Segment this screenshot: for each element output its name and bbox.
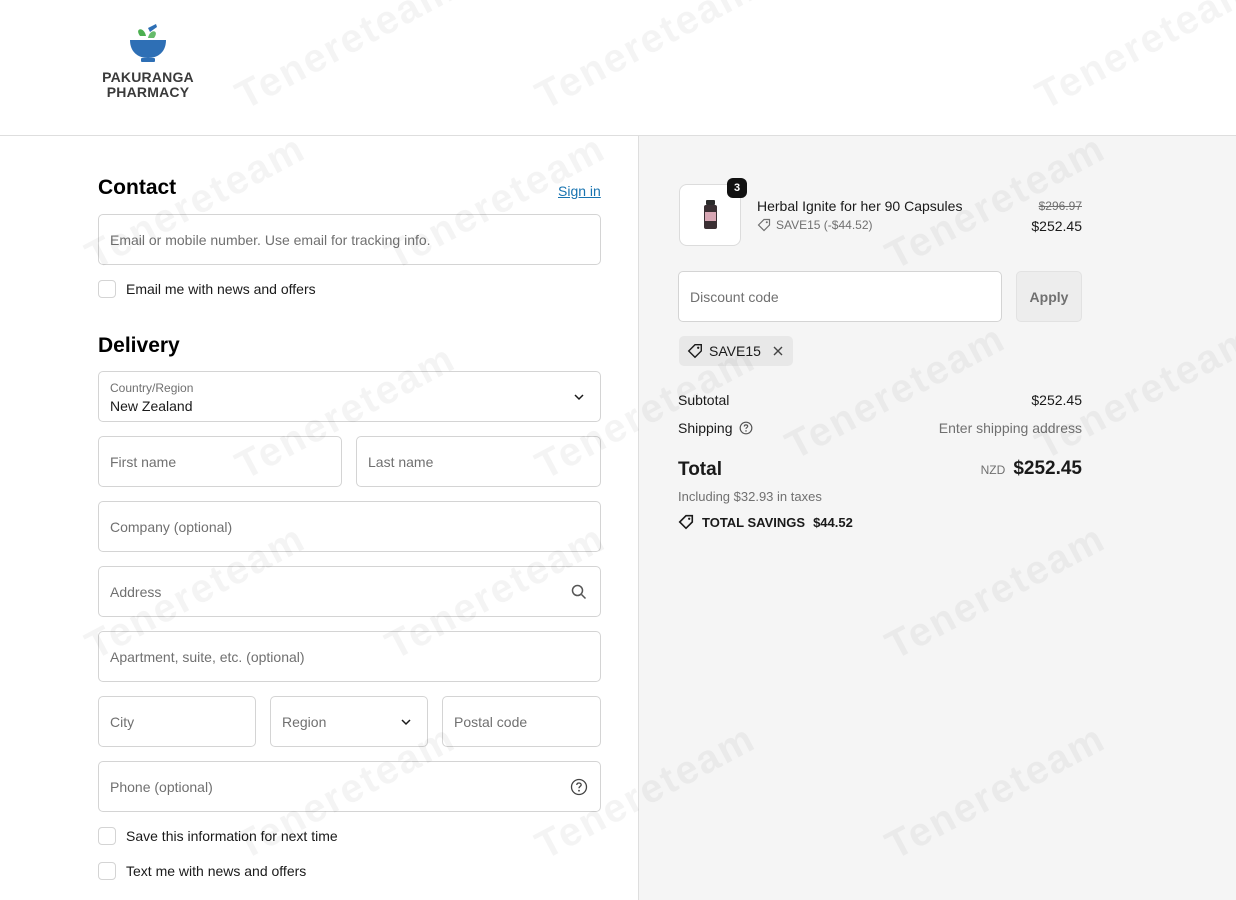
page-header: PAKURANGA PHARMACY bbox=[0, 0, 1236, 136]
postal-code-field[interactable] bbox=[442, 696, 601, 747]
text-offers-checkbox-row[interactable]: Text me with news and offers bbox=[98, 862, 306, 880]
phone-field[interactable] bbox=[98, 761, 601, 812]
currency-code: NZD bbox=[980, 463, 1006, 477]
city-input[interactable] bbox=[99, 697, 255, 746]
total-savings: TOTAL SAVINGS $44.52 bbox=[678, 514, 853, 530]
postal-code-input[interactable] bbox=[443, 697, 600, 746]
country-value: New Zealand bbox=[110, 398, 193, 414]
tag-icon bbox=[687, 344, 702, 359]
total-value: $252.45 bbox=[1013, 458, 1082, 479]
discount-code-field[interactable] bbox=[678, 271, 1002, 322]
pharmacy-logo[interactable]: PAKURANGA PHARMACY bbox=[100, 24, 196, 100]
shipping-label: Shipping bbox=[678, 420, 733, 436]
apartment-input[interactable] bbox=[99, 632, 600, 681]
product-name: Herbal Ignite for her 90 Capsules bbox=[757, 198, 963, 214]
chevron-down-icon bbox=[570, 388, 588, 406]
address-input[interactable] bbox=[99, 567, 600, 616]
first-name-input[interactable] bbox=[99, 437, 341, 486]
tax-note: Including $32.93 in taxes bbox=[678, 489, 822, 504]
tag-icon bbox=[678, 514, 694, 530]
item-price: $252.45 bbox=[1031, 218, 1082, 234]
logo-line-2: PHARMACY bbox=[106, 84, 190, 100]
quantity-badge: 3 bbox=[727, 178, 747, 198]
region-select[interactable]: Region bbox=[270, 696, 428, 747]
help-circle-icon[interactable] bbox=[570, 778, 588, 796]
mortar-pestle-icon bbox=[130, 24, 166, 62]
phone-input[interactable] bbox=[99, 762, 600, 811]
original-price: $296.97 bbox=[1038, 199, 1082, 213]
close-icon[interactable] bbox=[771, 344, 785, 358]
newsletter-label: Email me with news and offers bbox=[126, 281, 316, 297]
item-discount: SAVE15 (-$44.52) bbox=[757, 218, 873, 232]
newsletter-checkbox-row[interactable]: Email me with news and offers bbox=[98, 280, 316, 298]
last-name-input[interactable] bbox=[357, 437, 600, 486]
checkout-form: Contact Sign in Email me with news and o… bbox=[0, 136, 639, 900]
save-info-label: Save this information for next time bbox=[126, 828, 338, 844]
delivery-heading: Delivery bbox=[98, 334, 180, 357]
address-field[interactable] bbox=[98, 566, 601, 617]
discount-code-input[interactable] bbox=[679, 272, 1001, 321]
apply-button[interactable]: Apply bbox=[1016, 271, 1082, 322]
shipping-value: Enter shipping address bbox=[938, 420, 1082, 436]
chevron-down-icon bbox=[397, 713, 415, 731]
text-offers-label: Text me with news and offers bbox=[126, 863, 307, 879]
applied-discount-code: SAVE15 bbox=[709, 343, 761, 359]
company-field[interactable] bbox=[98, 501, 601, 552]
savings-value: $44.52 bbox=[813, 514, 853, 530]
region-placeholder: Region bbox=[282, 713, 327, 730]
sign-in-link[interactable]: Sign in bbox=[558, 183, 601, 199]
order-summary: 3 Herbal Ignite for her 90 Capsules SAVE… bbox=[639, 136, 1236, 900]
apartment-field[interactable] bbox=[98, 631, 601, 682]
item-discount-text: SAVE15 (-$44.52) bbox=[776, 218, 873, 232]
search-icon bbox=[570, 583, 588, 601]
subtotal-value: $252.45 bbox=[1031, 392, 1082, 408]
contact-heading: Contact bbox=[98, 176, 177, 199]
total-amount: NZD $252.45 bbox=[981, 458, 1082, 480]
text-offers-checkbox[interactable] bbox=[98, 862, 116, 880]
newsletter-checkbox[interactable] bbox=[98, 280, 116, 298]
save-info-checkbox-row[interactable]: Save this information for next time bbox=[98, 827, 338, 845]
last-name-field[interactable] bbox=[356, 436, 601, 487]
help-circle-icon[interactable] bbox=[739, 421, 753, 435]
logo-line-1: PAKURANGA bbox=[102, 69, 194, 85]
subtotal-label: Subtotal bbox=[678, 392, 730, 408]
country-select[interactable]: Country/Region New Zealand bbox=[98, 371, 601, 422]
shipping-label-row: Shipping bbox=[678, 420, 753, 436]
first-name-field[interactable] bbox=[98, 436, 342, 487]
save-info-checkbox[interactable] bbox=[98, 827, 116, 845]
total-label: Total bbox=[678, 459, 722, 480]
email-input[interactable] bbox=[99, 215, 600, 264]
country-label: Country/Region bbox=[110, 381, 194, 395]
company-input[interactable] bbox=[99, 502, 600, 551]
city-field[interactable] bbox=[98, 696, 256, 747]
email-field[interactable] bbox=[98, 214, 601, 265]
tag-icon bbox=[757, 218, 771, 232]
savings-label: TOTAL SAVINGS bbox=[702, 514, 806, 530]
applied-discount-chip: SAVE15 bbox=[679, 336, 793, 366]
